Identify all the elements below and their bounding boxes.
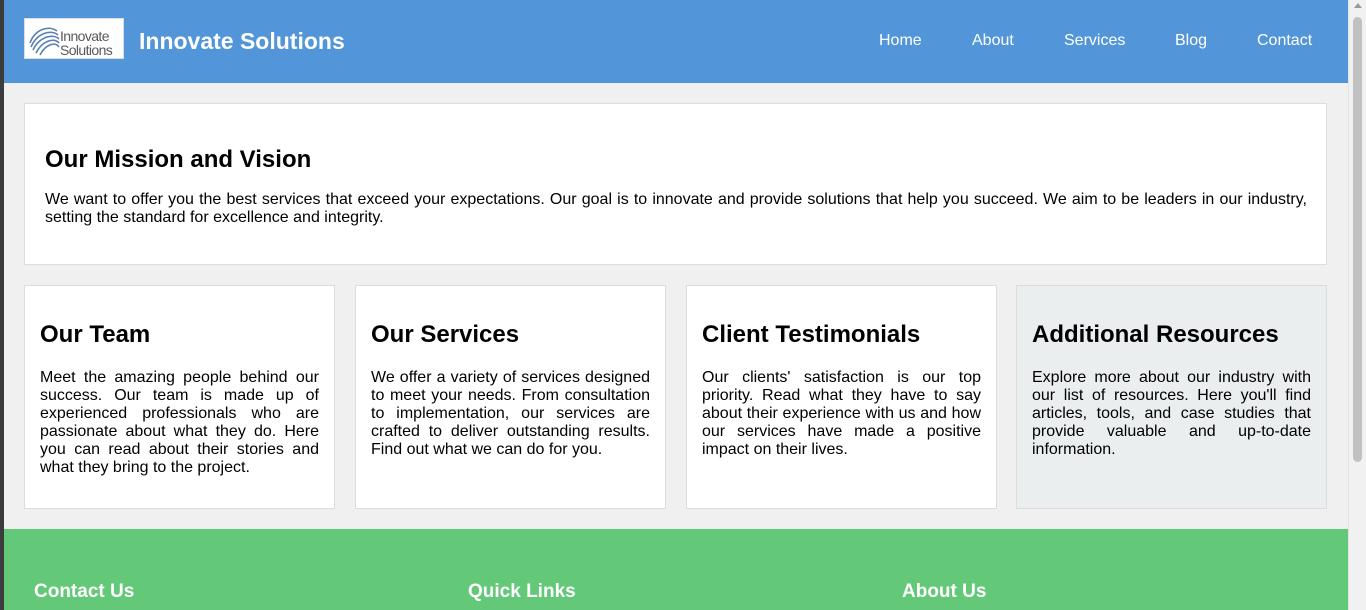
main-nav: Home About Services Blog Contact <box>4 31 1348 51</box>
card-additional-resources: Additional Resources Explore more about … <box>1016 285 1327 509</box>
mission-section: Our Mission and Vision We want to offer … <box>24 103 1327 265</box>
nav-link-about[interactable]: About <box>972 31 1014 51</box>
card-text: Our clients' satisfaction is our top pri… <box>702 369 981 458</box>
card-our-team: Our Team Meet the amazing people behind … <box>24 285 335 509</box>
card-text: Explore more about our industry with our… <box>1032 369 1311 458</box>
vertical-scrollbar[interactable] <box>1348 0 1366 610</box>
card-title: Client Testimonials <box>702 321 921 348</box>
browser-viewport: Innovate Solutions Innovate Solutions Ho… <box>0 0 1366 610</box>
site-header: Innovate Solutions Innovate Solutions Ho… <box>4 0 1348 83</box>
card-text: Meet the amazing people behind our succe… <box>40 369 319 476</box>
card-title: Additional Resources <box>1032 321 1279 348</box>
chevron-up-icon[interactable] <box>1354 3 1362 8</box>
window-edge <box>0 0 4 610</box>
card-our-services: Our Services We offer a variety of servi… <box>355 285 666 509</box>
mission-text: We want to offer you the best services t… <box>45 191 1307 226</box>
footer-heading-about: About Us <box>902 581 987 602</box>
nav-link-blog[interactable]: Blog <box>1175 31 1207 51</box>
main-content: Our Mission and Vision We want to offer … <box>4 83 1348 529</box>
nav-link-home[interactable]: Home <box>879 31 922 51</box>
scrollbar-thumb[interactable] <box>1353 17 1362 462</box>
footer-heading-contact: Contact Us <box>34 581 135 602</box>
card-title: Our Team <box>40 321 151 348</box>
footer-heading-quick-links: Quick Links <box>468 581 576 602</box>
mission-title: Our Mission and Vision <box>45 146 312 173</box>
nav-link-contact[interactable]: Contact <box>1257 31 1312 51</box>
card-client-testimonials: Client Testimonials Our clients' satisfa… <box>686 285 997 509</box>
card-text: We offer a variety of services designed … <box>371 369 650 458</box>
card-title: Our Services <box>371 321 520 348</box>
site-footer: Contact Us Quick Links About Us <box>4 529 1348 610</box>
nav-link-services[interactable]: Services <box>1064 31 1125 51</box>
